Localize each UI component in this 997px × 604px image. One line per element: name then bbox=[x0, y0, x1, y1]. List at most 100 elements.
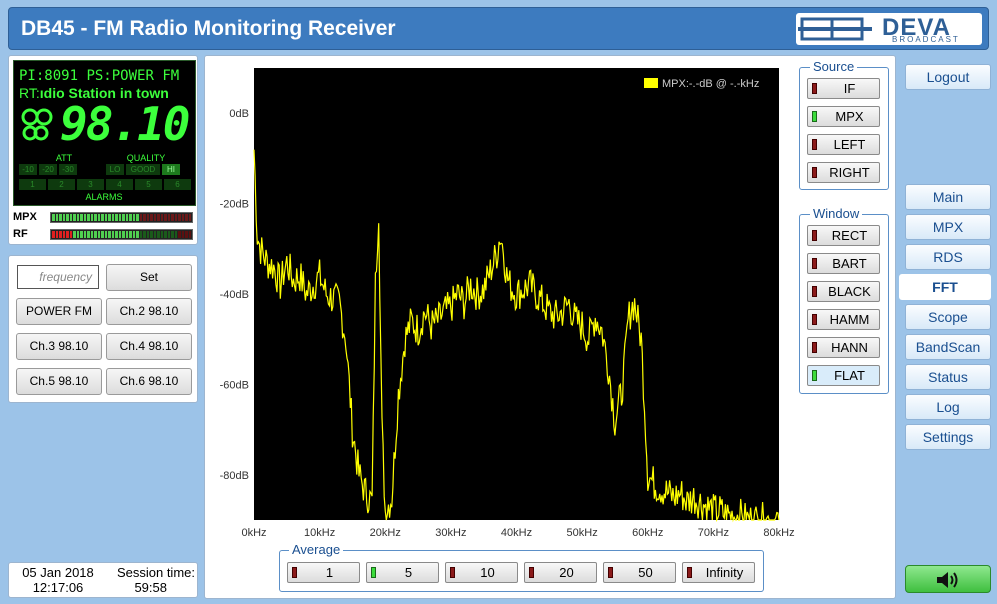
nav-scope[interactable]: Scope bbox=[905, 304, 991, 330]
window-hann-button[interactable]: HANN bbox=[807, 337, 880, 358]
current-date: 05 Jan 2018 bbox=[22, 565, 94, 580]
stereo-icon bbox=[21, 108, 53, 141]
mpx-meter-label: MPX bbox=[13, 211, 37, 223]
preset-button[interactable]: Ch.6 98.10 bbox=[106, 368, 192, 395]
nav-fft[interactable]: FFT bbox=[899, 274, 991, 300]
rf-meter-label: RF bbox=[13, 228, 28, 240]
nav-main[interactable]: Main bbox=[905, 184, 991, 210]
meter-segment bbox=[136, 231, 139, 238]
att-cell: -20 bbox=[39, 164, 57, 175]
preset-button[interactable]: Ch.4 98.10 bbox=[106, 333, 192, 360]
led-indicator bbox=[812, 139, 817, 150]
source-left-button[interactable]: LEFT bbox=[807, 134, 880, 155]
led-indicator bbox=[812, 258, 817, 269]
meter-segment bbox=[108, 214, 111, 221]
meter-segment bbox=[90, 231, 93, 238]
meter-segment bbox=[69, 214, 72, 221]
alarms-label: ALARMS bbox=[85, 192, 123, 202]
average-infinity-button[interactable]: Infinity bbox=[682, 562, 755, 583]
led-indicator bbox=[371, 567, 376, 578]
led-indicator bbox=[812, 370, 817, 381]
meter-segment bbox=[167, 214, 170, 221]
window-hamm-button[interactable]: HAMM bbox=[807, 309, 880, 330]
meter-segment bbox=[108, 231, 111, 238]
average-20-button[interactable]: 20 bbox=[524, 562, 597, 583]
meter-segment bbox=[83, 231, 86, 238]
y-tick-label: 0dB bbox=[229, 108, 249, 120]
meter-segment bbox=[118, 214, 121, 221]
meter-segment bbox=[164, 231, 167, 238]
window-rect-button[interactable]: RECT bbox=[807, 225, 880, 246]
nav-mpx[interactable]: MPX bbox=[905, 214, 991, 240]
source-button-label: RIGHT bbox=[829, 165, 870, 180]
meter-segment bbox=[153, 214, 156, 221]
alarm-cell: 1 bbox=[19, 179, 46, 190]
att-cell: -30 bbox=[59, 164, 77, 175]
frequency-input[interactable]: frequency bbox=[17, 265, 99, 289]
meter-segment bbox=[171, 214, 174, 221]
average-10-button[interactable]: 10 bbox=[445, 562, 518, 583]
led-indicator bbox=[529, 567, 534, 578]
average-50-button[interactable]: 50 bbox=[603, 562, 676, 583]
source-mpx-button[interactable]: MPX bbox=[807, 106, 880, 127]
meter-segment bbox=[146, 231, 149, 238]
lcd-pi-ps-line: PI:8091 PS:POWER FM bbox=[19, 68, 179, 84]
preset-button[interactable]: Ch.2 98.10 bbox=[106, 298, 192, 325]
y-tick-label: -20dB bbox=[220, 199, 249, 211]
meter-segment bbox=[52, 214, 55, 221]
pi-label: PI: bbox=[19, 68, 45, 84]
meter-segment bbox=[157, 214, 160, 221]
deva-logo: DEVA BROADCAST bbox=[796, 13, 982, 45]
led-indicator bbox=[812, 167, 817, 178]
window-button-label: HAMM bbox=[829, 312, 870, 327]
source-right-button[interactable]: RIGHT bbox=[807, 162, 880, 183]
led-indicator bbox=[292, 567, 297, 578]
meter-segment bbox=[80, 231, 83, 238]
meter-segment bbox=[171, 231, 174, 238]
pi-value: 8091 bbox=[44, 68, 79, 84]
meter-segment bbox=[125, 214, 128, 221]
meter-segment bbox=[178, 231, 181, 238]
average-5-button[interactable]: 5 bbox=[366, 562, 439, 583]
nav-rds[interactable]: RDS bbox=[905, 244, 991, 270]
meter-segment bbox=[150, 214, 153, 221]
meter-segment bbox=[97, 214, 100, 221]
source-button-label: LEFT bbox=[833, 137, 866, 152]
led-indicator bbox=[812, 111, 817, 122]
average-1-button[interactable]: 1 bbox=[287, 562, 360, 583]
preset-button[interactable]: Ch.3 98.10 bbox=[16, 333, 102, 360]
meter-segment bbox=[146, 214, 149, 221]
meter-segment bbox=[181, 231, 184, 238]
window-black-button[interactable]: BLACK bbox=[807, 281, 880, 302]
set-button[interactable]: Set bbox=[106, 264, 192, 291]
preset-button[interactable]: POWER FM bbox=[16, 298, 102, 325]
logout-button[interactable]: Logout bbox=[905, 64, 991, 90]
meter-segment bbox=[104, 214, 107, 221]
nav-settings[interactable]: Settings bbox=[905, 424, 991, 450]
meter-segment bbox=[111, 214, 114, 221]
meter-segment bbox=[143, 231, 146, 238]
source-button-label: IF bbox=[843, 81, 856, 96]
nav-bandscan[interactable]: BandScan bbox=[905, 334, 991, 360]
fft-chart: 0dB -20dB -40dB -60dB -80dB 0kHz 10kHz 20kHz 30k… bbox=[220, 68, 795, 539]
nav-log[interactable]: Log bbox=[905, 394, 991, 420]
led-indicator bbox=[812, 342, 817, 353]
average-button-label: 50 bbox=[638, 565, 653, 580]
meter-segment bbox=[167, 231, 170, 238]
average-title: Average bbox=[289, 542, 344, 557]
meter-segment bbox=[52, 231, 55, 238]
window-button-label: BLACK bbox=[828, 284, 871, 299]
average-button-label: 1 bbox=[325, 565, 334, 580]
nav-status[interactable]: Status bbox=[905, 364, 991, 390]
alarm-cell: 5 bbox=[135, 179, 162, 190]
window-button-label: BART bbox=[832, 256, 867, 271]
source-if-button[interactable]: IF bbox=[807, 78, 880, 99]
window-bart-button[interactable]: BART bbox=[807, 253, 880, 274]
average-button-label: 20 bbox=[559, 565, 574, 580]
window-flat-button[interactable]: FLAT bbox=[807, 365, 880, 386]
source-button-label: MPX bbox=[835, 109, 864, 124]
meter-segment bbox=[188, 214, 191, 221]
source-title: Source bbox=[810, 59, 858, 74]
preset-button[interactable]: Ch.5 98.10 bbox=[16, 368, 102, 395]
audio-button[interactable] bbox=[905, 565, 991, 593]
